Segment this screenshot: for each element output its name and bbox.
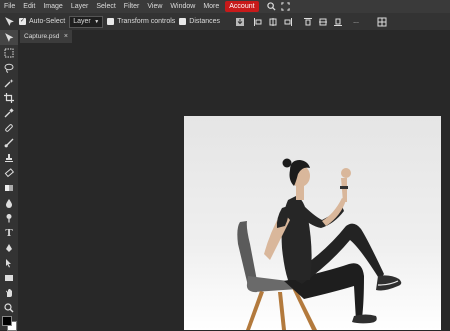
transform-controls-label: Transform controls xyxy=(117,18,176,25)
menu-edit[interactable]: Edit xyxy=(19,0,39,13)
distances-option[interactable]: Distances xyxy=(179,18,220,25)
align-left-icon[interactable] xyxy=(252,16,264,28)
color-swatches[interactable] xyxy=(2,316,17,331)
menu-image[interactable]: Image xyxy=(39,0,66,13)
blur-tool-icon[interactable] xyxy=(0,195,18,210)
fullscreen-icon[interactable] xyxy=(279,0,293,13)
zoom-tool-icon[interactable] xyxy=(0,300,18,315)
download-icon[interactable] xyxy=(234,16,246,28)
rectangle-tool-icon[interactable] xyxy=(0,270,18,285)
auto-select-checkbox[interactable]: ✓ xyxy=(19,18,26,25)
target-select[interactable]: Layer ▼ xyxy=(69,15,104,28)
menu-view[interactable]: View xyxy=(143,0,166,13)
close-icon[interactable]: × xyxy=(64,30,68,43)
align-center-icon[interactable] xyxy=(267,16,279,28)
auto-select-option[interactable]: ✓ Auto-Select xyxy=(19,18,65,25)
distances-label: Distances xyxy=(189,18,221,25)
document-tab-bar: Capture.psd × xyxy=(18,30,450,43)
document-tab[interactable]: Capture.psd × xyxy=(20,30,72,43)
align-right-icon[interactable] xyxy=(282,16,294,28)
target-select-wrap: Layer ▼ xyxy=(69,15,104,28)
search-icon[interactable] xyxy=(265,0,279,13)
menu-bar: File Edit Image Layer Select Filter View… xyxy=(0,0,450,13)
move-tool-options-icon[interactable] xyxy=(3,16,15,28)
menu-select[interactable]: Select xyxy=(92,0,119,13)
menu-more[interactable]: More xyxy=(199,0,223,13)
menu-window[interactable]: Window xyxy=(166,0,199,13)
menu-filter[interactable]: Filter xyxy=(120,0,144,13)
target-select-value: Layer xyxy=(73,18,91,25)
align-middle-icon[interactable] xyxy=(317,16,329,28)
type-tool-icon[interactable]: T xyxy=(0,225,18,240)
chevron-down-icon: ▼ xyxy=(94,18,100,25)
foreground-color-swatch[interactable] xyxy=(2,316,12,326)
brush-tool-icon[interactable] xyxy=(0,135,18,150)
clone-stamp-tool-icon[interactable] xyxy=(0,150,18,165)
marquee-tool-icon[interactable] xyxy=(0,45,18,60)
lasso-tool-icon[interactable] xyxy=(0,60,18,75)
tools-panel: T xyxy=(0,30,19,331)
crop-tool-icon[interactable] xyxy=(0,90,18,105)
align-bottom-icon[interactable] xyxy=(332,16,344,28)
grid-icon[interactable] xyxy=(376,16,388,28)
menu-layer[interactable]: Layer xyxy=(67,0,93,13)
magic-wand-tool-icon[interactable] xyxy=(0,75,18,90)
options-bar: ✓ Auto-Select Layer ▼ Transform controls… xyxy=(0,13,450,30)
gradient-tool-icon[interactable] xyxy=(0,180,18,195)
healing-brush-tool-icon[interactable] xyxy=(0,120,18,135)
transform-controls-checkbox[interactable] xyxy=(107,18,115,25)
more-options[interactable]: ... xyxy=(350,16,362,28)
eyedropper-tool-icon[interactable] xyxy=(0,105,18,120)
account-button[interactable]: Account xyxy=(225,1,259,12)
distances-checkbox[interactable] xyxy=(179,18,187,25)
align-top-icon[interactable] xyxy=(302,16,314,28)
hand-tool-icon[interactable] xyxy=(0,285,18,300)
transform-controls-option[interactable]: Transform controls xyxy=(107,18,175,25)
photo-woman-on-chair xyxy=(237,158,402,330)
dodge-tool-icon[interactable] xyxy=(0,210,18,225)
document-canvas[interactable] xyxy=(184,116,441,330)
move-tool-icon[interactable] xyxy=(0,30,18,45)
menu-file[interactable]: File xyxy=(0,0,19,13)
workspace xyxy=(18,43,450,330)
eraser-tool-icon[interactable] xyxy=(0,165,18,180)
document-tab-title: Capture.psd xyxy=(24,33,60,40)
auto-select-label: Auto-Select xyxy=(29,18,66,25)
pen-tool-icon[interactable] xyxy=(0,240,18,255)
path-select-tool-icon[interactable] xyxy=(0,255,18,270)
